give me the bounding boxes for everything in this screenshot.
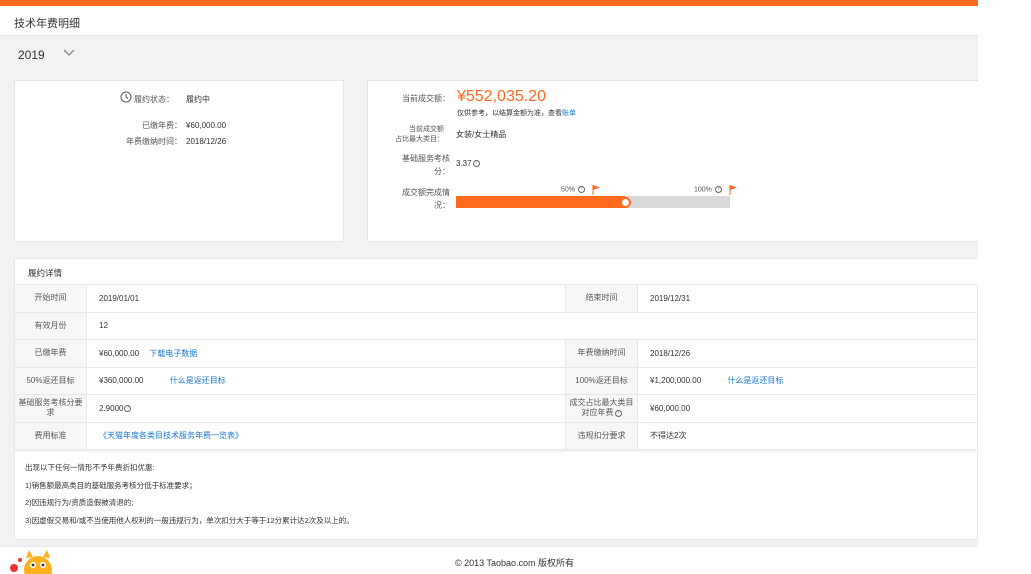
copyright: © 2013 Taobao.com 版权所有 (455, 558, 575, 568)
table-row: 已缴年费 ¥60,000.00 下载电子数据 年费缴纳时间 2018/12/26 (14, 339, 978, 368)
paid-time-label: 年费缴纳时间： (126, 137, 182, 146)
amount-note-text: 仅供参考，以结算金额为准，查看 (457, 110, 562, 117)
category-label-line2: 占比最大类目： (395, 136, 444, 143)
score-value: 3.37 (456, 159, 472, 168)
cat-fee-label-text: 成交占比最大类目对应年费 (569, 398, 634, 418)
months-label: 有效月份 (14, 311, 87, 340)
table-row: 50%返还目标 ¥360,000.00 什么是返还目标 100%返还目标 ¥1,… (14, 366, 978, 395)
flag-icon (592, 185, 600, 195)
details-table: 开始时间 2019/01/01 结束时间 2019/12/31 有效月份 12 … (14, 284, 978, 450)
mark-100: 100% ? (694, 186, 722, 193)
status-value: 履约中 (186, 95, 210, 104)
clock-icon (120, 91, 132, 103)
category-label: 当前成交额 占比最大类目： (380, 125, 444, 145)
end-value: 2019/12/31 (637, 284, 978, 313)
table-row: 费用标准 《天猫年度各类目技术服务年费一览表》 违规扣分要求 不得达2次 (14, 421, 978, 450)
page: 技术年费明细 2019 履约状态： 履约中 已缴年费： ¥60,000.00 年… (0, 0, 978, 574)
progress-label-line1: 成交额完成情 (402, 188, 450, 197)
cat-fee-value: ¥60,000.00 (637, 394, 978, 423)
question-icon[interactable]: ? (577, 186, 585, 193)
chevron-down-icon[interactable] (62, 47, 76, 59)
table-row: 基础服务考核分要求 2.9000? 成交占比最大类目对应年费? ¥60,000.… (14, 394, 978, 423)
progress-fill (456, 196, 625, 208)
mark-50: 50% ? (561, 186, 585, 193)
mark-50-text: 50% (561, 186, 576, 194)
target50-value: ¥360,000.00 (99, 376, 144, 386)
year-select-value[interactable]: 2019 (18, 48, 45, 62)
mascot-icon (10, 550, 52, 574)
score-label: 基础服务考核 分： (380, 152, 450, 178)
paid-fee-label: 已缴年费： (142, 121, 182, 130)
note-line: 1)销售额最高类目的基础服务考核分低于标准要求； (25, 481, 197, 490)
end-label: 结束时间 (565, 284, 638, 313)
detail-paid-time-label: 年费缴纳时间 (565, 339, 638, 368)
progress-label-line2: 况： (434, 201, 450, 210)
target50-label: 50%返还目标 (14, 366, 87, 395)
target100-link[interactable]: 什么是返还目标 (727, 376, 783, 385)
details-header: 履约详情 (14, 258, 978, 284)
progress-label: 成交额完成情 况： (380, 186, 450, 212)
paid-value: ¥60,000.00 (99, 348, 140, 358)
paid-time-value: 2018/12/26 (186, 137, 227, 146)
footer: © 2013 Taobao.com 版权所有 (0, 546, 978, 574)
violation-value: 不得达2次 (637, 421, 978, 450)
score-req-cell: 2.9000? (86, 394, 566, 423)
progress-knob (620, 197, 631, 208)
note-line: 2)因违规行为/资质造假被清退的; (25, 498, 134, 507)
category-value: 女装/女士精品 (456, 130, 507, 139)
score-label-line2: 分： (434, 167, 450, 176)
target100-cell: ¥1,200,000.00 什么是返还目标 (637, 366, 978, 395)
score-req-label: 基础服务考核分要求 (14, 394, 87, 423)
start-value: 2019/01/01 (86, 284, 566, 313)
page-title: 技术年费明细 (14, 18, 80, 30)
paid-cell: ¥60,000.00 下载电子数据 (86, 339, 566, 368)
status-card (14, 80, 344, 242)
flag-icon (729, 185, 737, 195)
score-label-line1: 基础服务考核 (402, 154, 450, 163)
fee-standard-link[interactable]: 《天猫年度各类目技术服务年费一览表》 (99, 431, 243, 440)
table-row: 开始时间 2019/01/01 结束时间 2019/12/31 (14, 284, 978, 313)
notes-panel: 出现以下任何一情形不予年费折扣优惠: 1)销售额最高类目的基础服务考核分低于标准… (14, 452, 978, 540)
title-bar: 技术年费明细 (0, 6, 978, 36)
months-value: 12 (86, 311, 978, 340)
amount-label: 当前成交额： (402, 94, 450, 103)
bill-link[interactable]: 账单 (562, 110, 576, 117)
paid-label: 已缴年费 (14, 339, 87, 368)
question-icon[interactable]: ? (614, 409, 622, 417)
detail-paid-time-value: 2018/12/26 (637, 339, 978, 368)
category-label-line1: 当前成交额 (409, 126, 444, 133)
amount-value: ¥552,035.20 (457, 88, 546, 105)
note-line: 3)因虚假交易和/或不当使用他人权利的一般违规行为，单次扣分大于等于12分累计达… (25, 516, 354, 525)
table-row: 有效月份 12 (14, 311, 978, 340)
score-req-value: 2.9000 (99, 403, 124, 413)
target100-label: 100%返还目标 (565, 366, 638, 395)
standard-label: 费用标准 (14, 421, 87, 450)
score-value-wrap: 3.37? (456, 158, 480, 169)
target100-value: ¥1,200,000.00 (650, 376, 702, 386)
note-line: 出现以下任何一情形不予年费折扣优惠: (25, 463, 155, 472)
question-icon[interactable]: ? (472, 160, 480, 168)
target50-cell: ¥360,000.00 什么是返还目标 (86, 366, 566, 395)
target50-link[interactable]: 什么是返还目标 (170, 376, 226, 385)
status-label: 履约状态： (134, 95, 174, 104)
question-icon[interactable]: ? (714, 186, 722, 193)
paid-fee-value: ¥60,000.00 (186, 121, 227, 130)
mark-100-text: 100% (694, 186, 712, 194)
download-data-link[interactable]: 下载电子数据 (149, 349, 197, 358)
question-icon[interactable]: ? (124, 405, 132, 413)
cat-fee-label: 成交占比最大类目对应年费? (565, 394, 638, 423)
standard-cell: 《天猫年度各类目技术服务年费一览表》 (86, 421, 566, 450)
details-title: 履约详情 (28, 268, 63, 278)
start-label: 开始时间 (14, 284, 87, 313)
violation-label: 违规扣分要求 (565, 421, 638, 450)
amount-note: 仅供参考，以结算金额为准，查看账单 (457, 108, 576, 119)
